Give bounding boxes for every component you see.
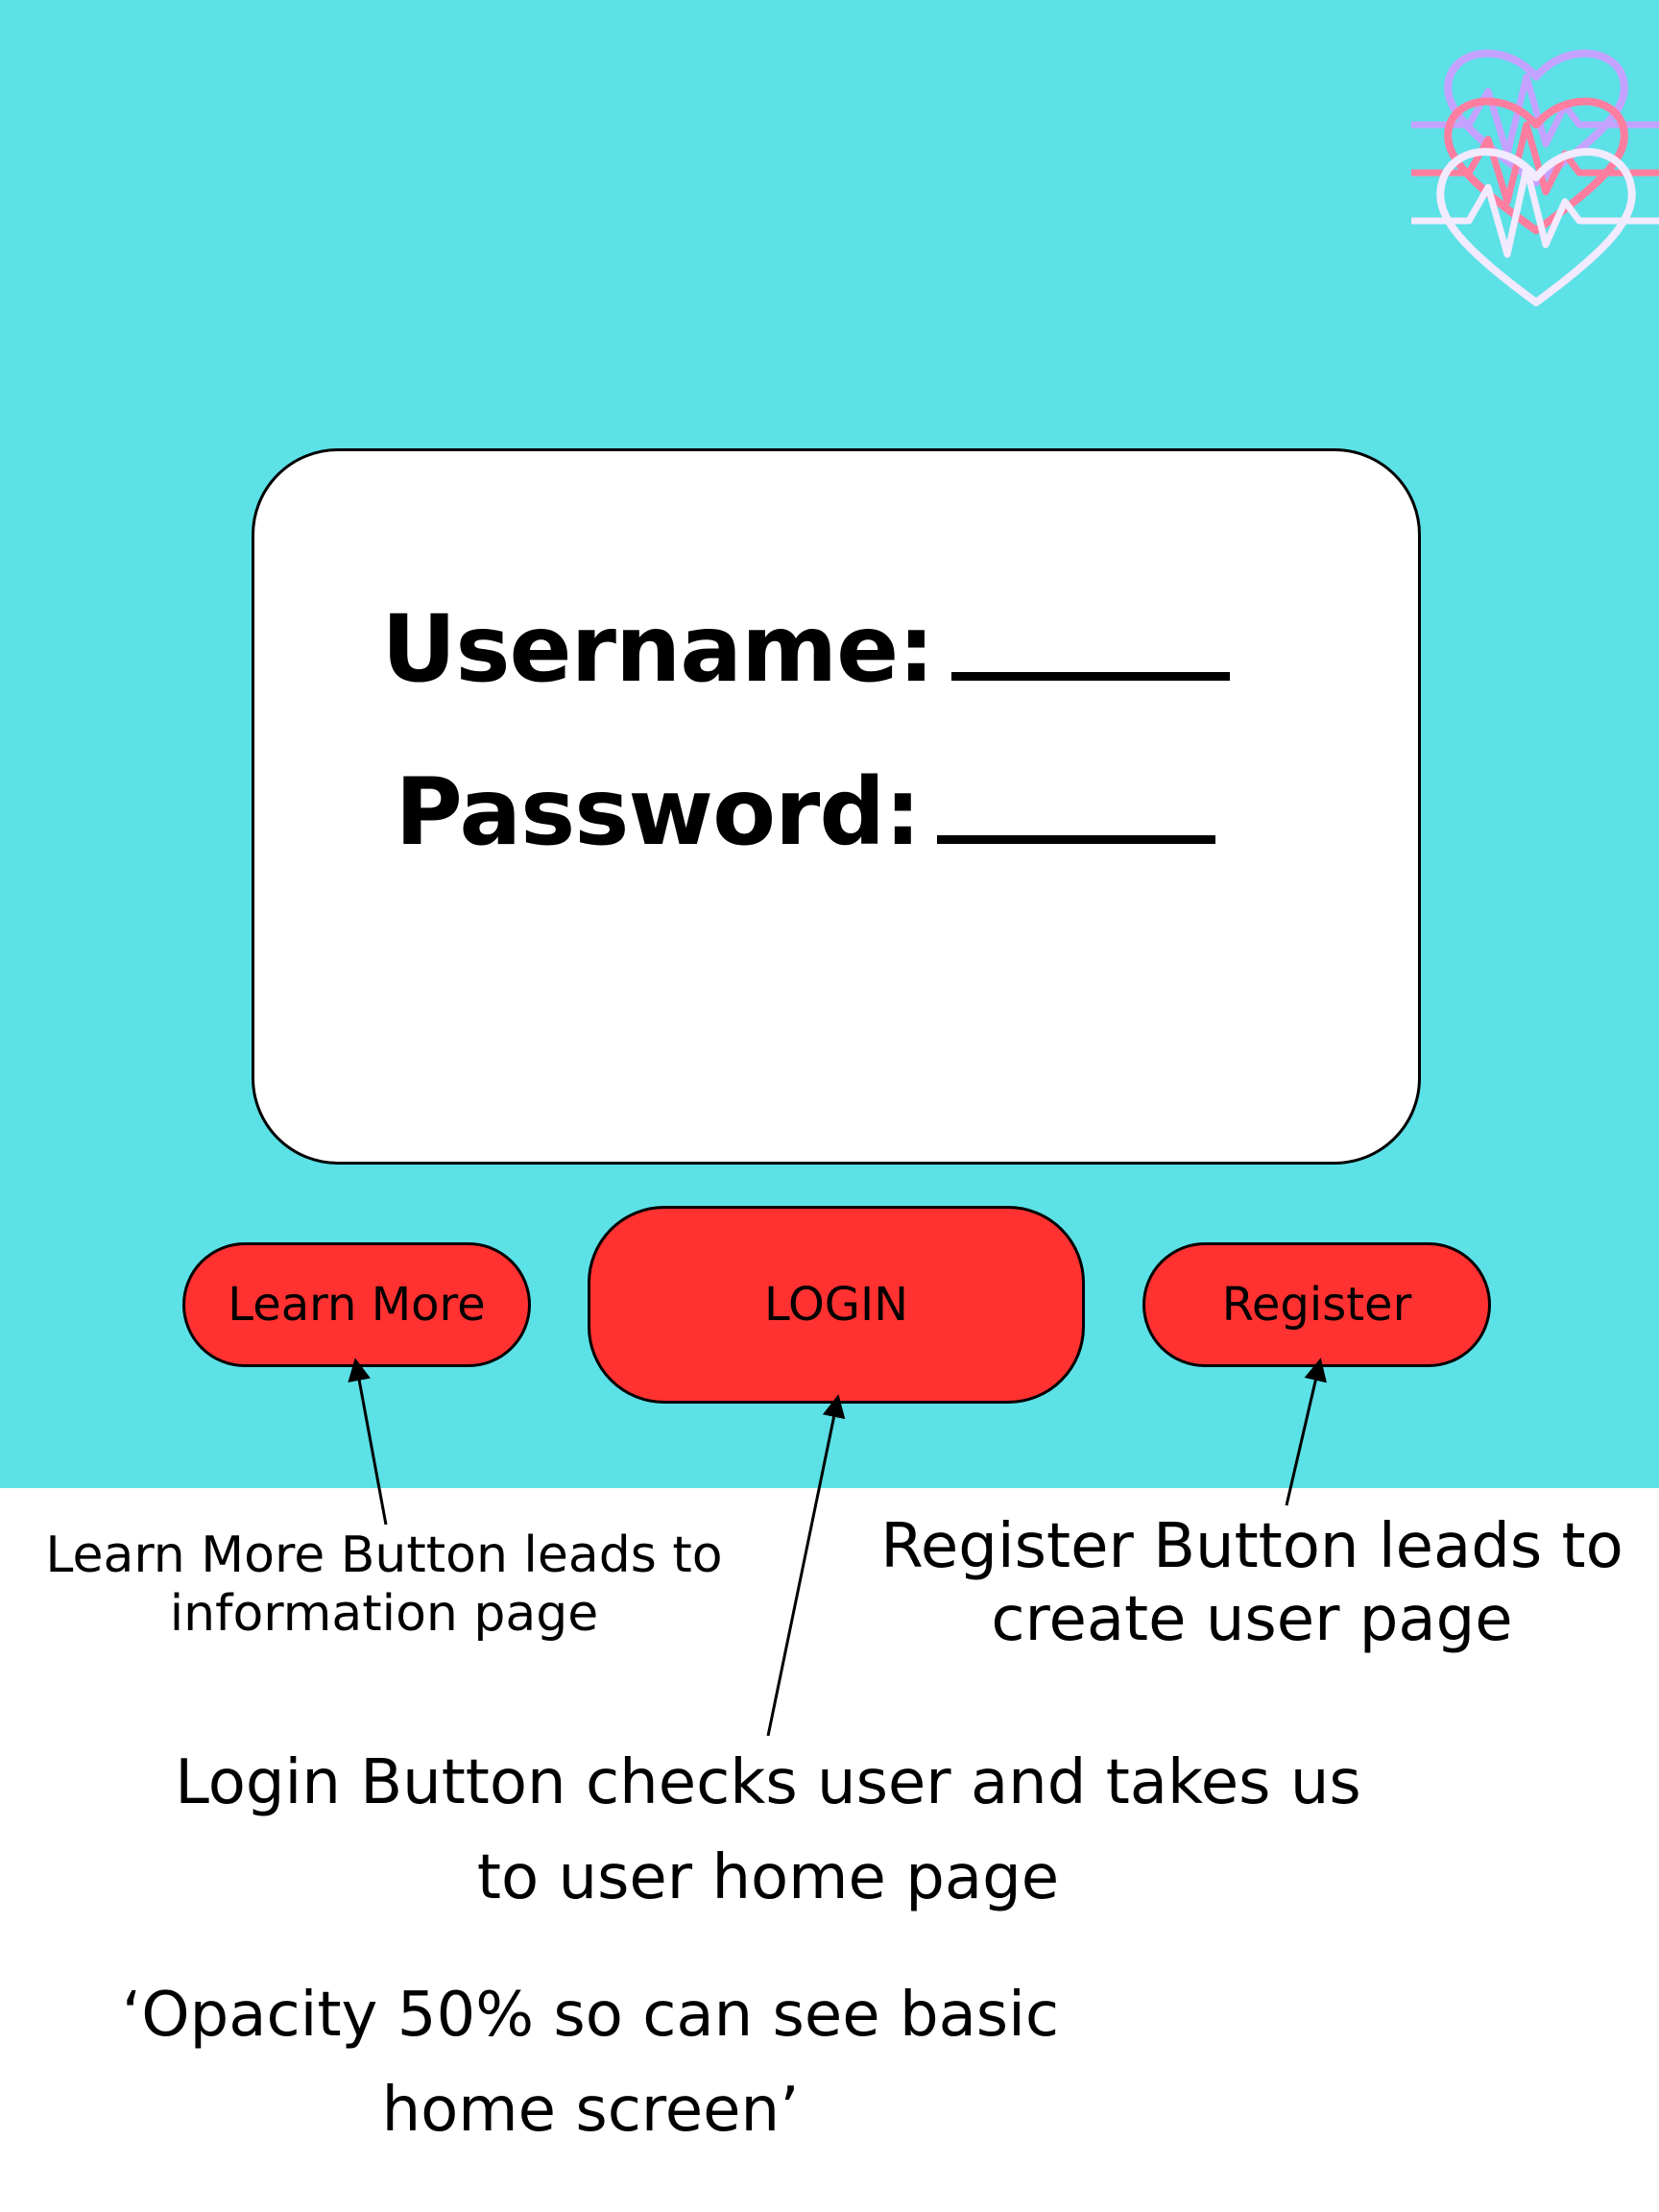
login-card: Username: Password: [252, 448, 1421, 1165]
opacity-annotation-line-1: ‘Opacity 50% so can see basic [121, 1980, 1060, 2051]
login-annotation: Login Button checks user and takes us to… [77, 1736, 1459, 1926]
mockup-background: Username: Password: Learn More LOGIN Reg… [0, 0, 1659, 1488]
learn-more-annotation-line-1: Learn More Button leads to [45, 1527, 723, 1584]
opacity-annotation: ‘Opacity 50% so can see basic home scree… [38, 1968, 1142, 2158]
login-annotation-line-1: Login Button checks user and takes us [175, 1747, 1361, 1818]
login-annotation-line-2: to user home page [476, 1842, 1060, 1914]
username-row: Username: [224, 597, 1387, 695]
password-label: Password: [395, 758, 922, 866]
password-field[interactable] [937, 760, 1216, 844]
heartbeat-logo-icon [1411, 49, 1659, 306]
opacity-annotation-line-2: home screen’ [381, 2075, 800, 2147]
register-button[interactable]: Register [1142, 1242, 1491, 1367]
learn-more-button[interactable]: Learn More [182, 1242, 531, 1367]
register-annotation: Register Button leads to create user pag… [845, 1511, 1659, 1656]
register-annotation-line-2: create user page [991, 1583, 1513, 1655]
register-annotation-line-1: Register Button leads to [880, 1511, 1623, 1582]
password-row: Password: [224, 760, 1387, 858]
learn-more-annotation-line-2: information page [169, 1585, 599, 1644]
username-field[interactable] [950, 597, 1230, 681]
username-label: Username: [381, 595, 934, 703]
login-button[interactable]: LOGIN [588, 1206, 1085, 1404]
learn-more-annotation: Learn More Button leads to information p… [0, 1527, 768, 1645]
